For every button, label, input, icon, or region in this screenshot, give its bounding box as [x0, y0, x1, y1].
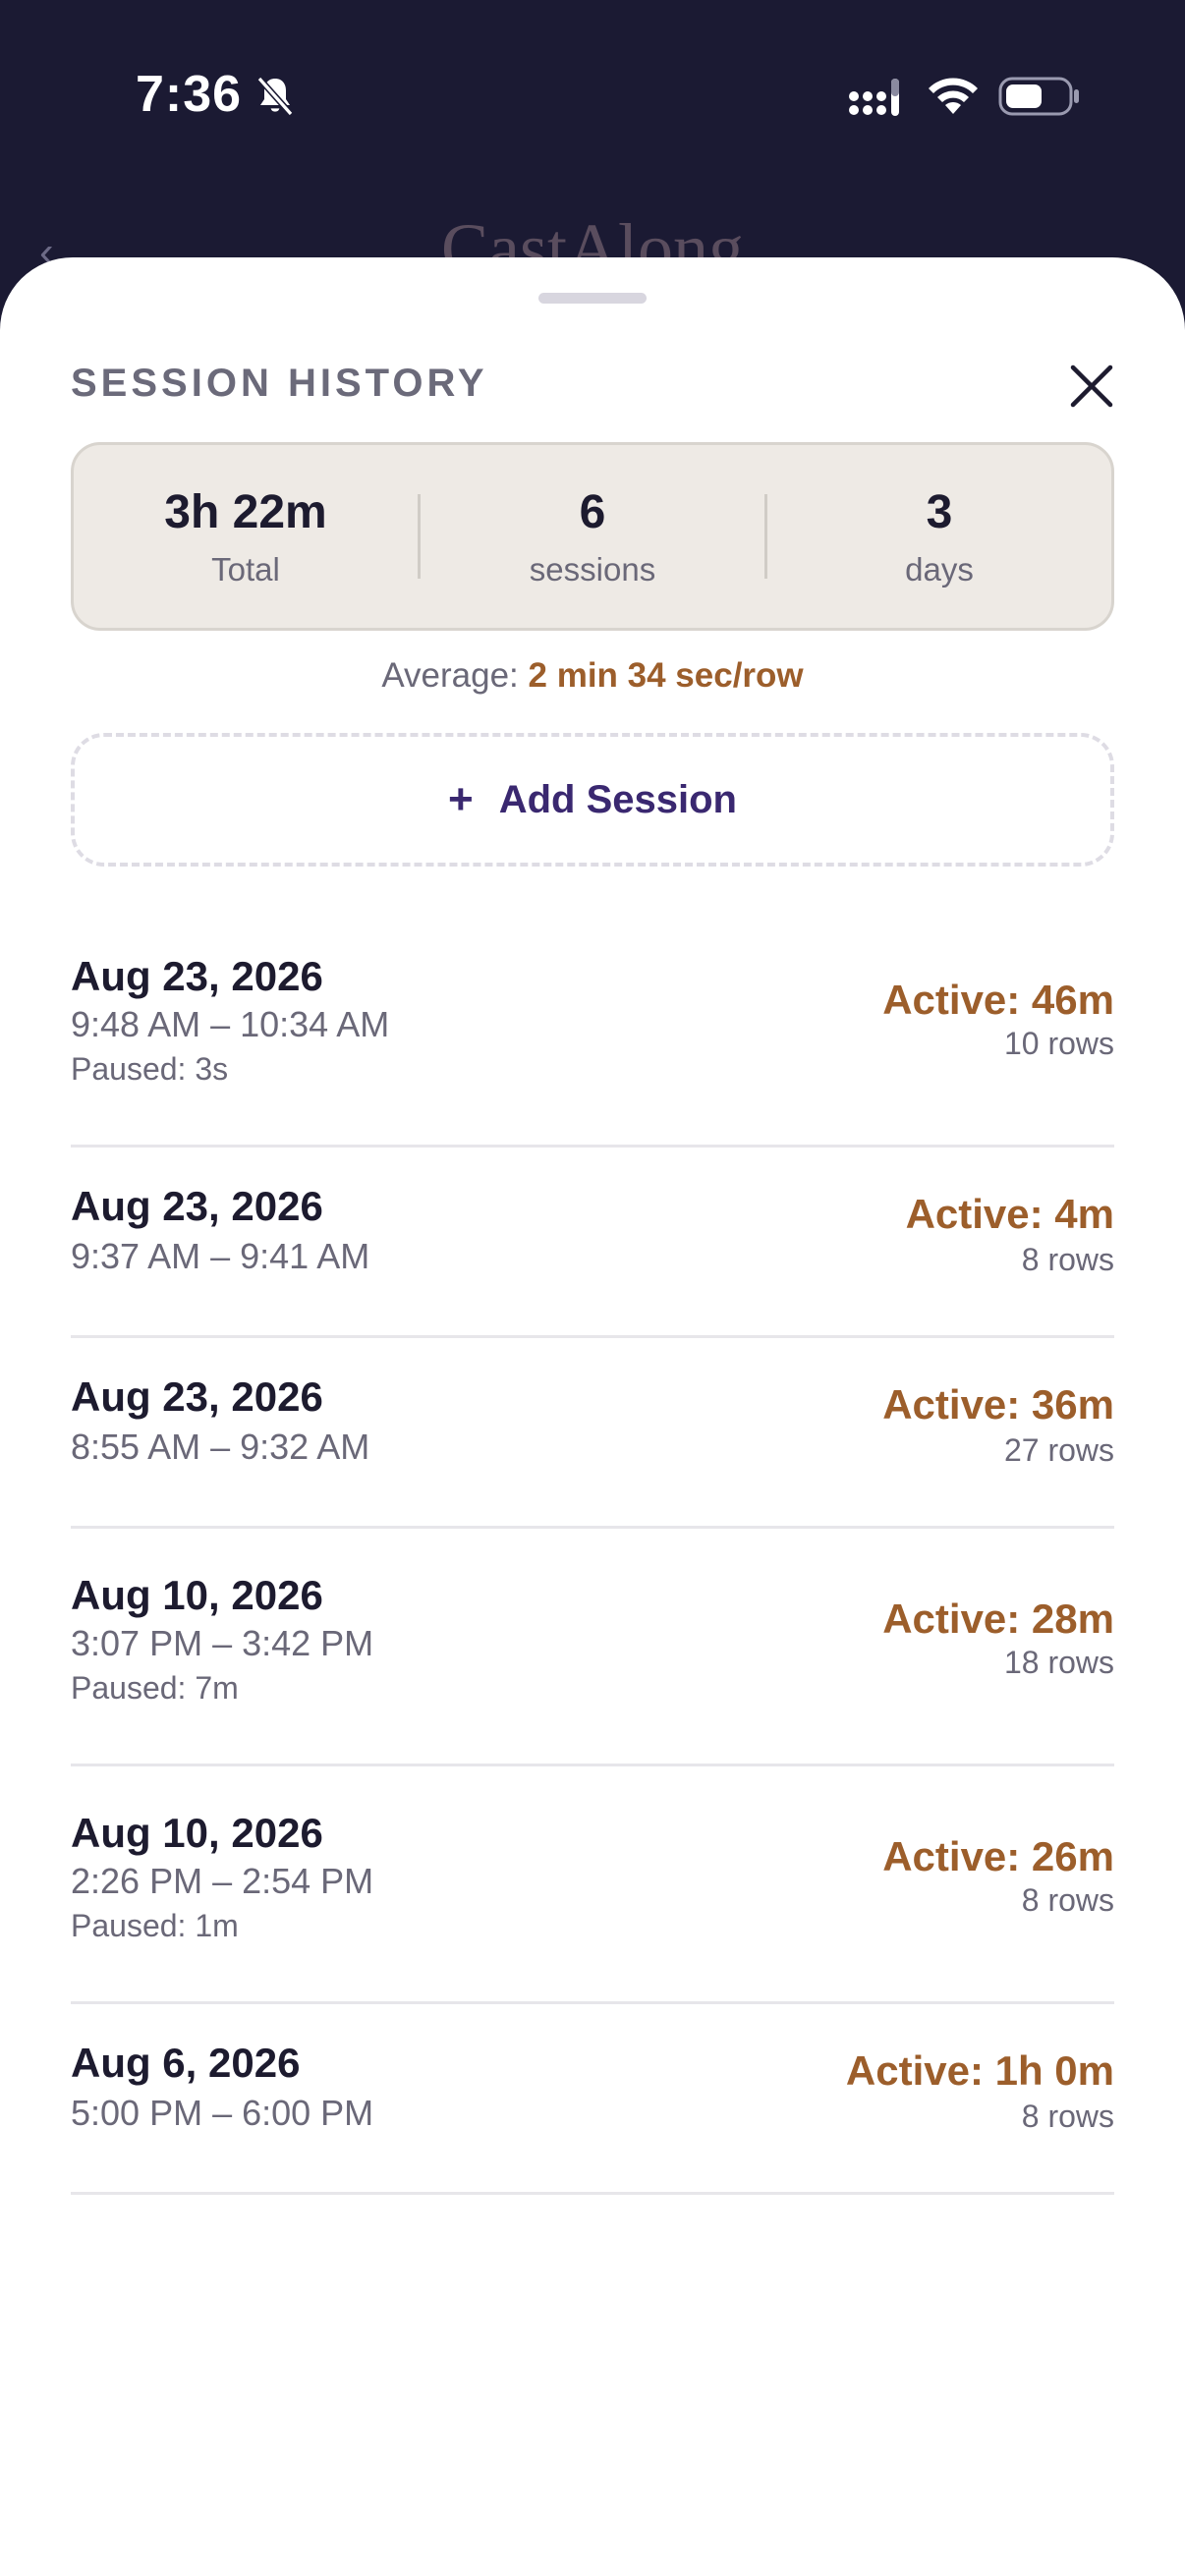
- add-session-label: Add Session: [498, 777, 737, 821]
- average-pace: Average: 2 min 34 sec/row: [0, 656, 1185, 696]
- add-session-button[interactable]: + Add Session: [71, 733, 1114, 867]
- sheet-grabber[interactable]: [538, 293, 647, 304]
- session-row-count: 18 rows: [1003, 1645, 1114, 1680]
- session-row[interactable]: Aug 23, 2026 8:55 AM – 9:32 AM Active: 36m…: [71, 1338, 1114, 1529]
- session-active-duration: Active: 26m: [882, 1833, 1114, 1879]
- session-row-count: 8 rows: [1021, 1882, 1114, 1918]
- session-date: Aug 6, 2026: [71, 2040, 301, 2086]
- status-time: 7:36: [136, 66, 243, 123]
- session-list: Aug 23, 2026 9:48 AM – 10:34 AM Paused: 3s…: [71, 910, 1114, 2195]
- sheet-title: SESSION HISTORY: [71, 362, 488, 405]
- stat-sessions-value: 6: [579, 486, 606, 538]
- session-row-count: 27 rows: [1003, 1432, 1114, 1468]
- session-time-range: 9:37 AM – 9:41 AM: [71, 1236, 370, 1276]
- session-row[interactable]: Aug 10, 2026 2:26 PM – 2:54 PM Paused: 1m A…: [71, 1766, 1114, 2004]
- session-row-count: 10 rows: [1003, 1026, 1114, 1061]
- session-time-range: 9:48 AM – 10:34 AM: [71, 1004, 390, 1044]
- session-history-sheet: SESSION HISTORY 3h 22m Total 6 sessions …: [0, 257, 1185, 2576]
- session-active-duration: Active: 4m: [905, 1191, 1114, 1237]
- session-row-count: 8 rows: [1021, 2099, 1114, 2134]
- session-row[interactable]: Aug 6, 2026 5:00 PM – 6:00 PM Active: 1h 0…: [71, 2004, 1114, 2195]
- session-date: Aug 23, 2026: [71, 953, 323, 999]
- session-row[interactable]: Aug 10, 2026 3:07 PM – 3:42 PM Paused: 7m A…: [71, 1529, 1114, 1766]
- stat-sessions-label: sessions: [529, 551, 656, 588]
- signal-icon: [849, 79, 899, 116]
- plus-icon: +: [448, 775, 474, 823]
- bell-slash-icon: [256, 76, 294, 117]
- session-active-duration: Active: 28m: [882, 1596, 1114, 1642]
- stat-total-value: 3h 22m: [164, 486, 327, 538]
- stat-days-value: 3: [926, 486, 953, 538]
- session-row[interactable]: Aug 23, 2026 9:48 AM – 10:34 AM Paused: 3s…: [71, 910, 1114, 1148]
- session-active-duration: Active: 46m: [882, 977, 1114, 1023]
- session-date: Aug 10, 2026: [71, 1810, 323, 1856]
- session-time-range: 2:26 PM – 2:54 PM: [71, 1861, 374, 1901]
- session-paused: Paused: 1m: [71, 1908, 239, 1943]
- stat-sessions: 6 sessions: [421, 484, 764, 588]
- average-value: 2 min 34 sec/row: [528, 656, 804, 695]
- stat-days: 3 days: [767, 484, 1111, 588]
- stat-days-label: days: [905, 551, 974, 588]
- session-time-range: 8:55 AM – 9:32 AM: [71, 1427, 370, 1467]
- session-row-count: 8 rows: [1021, 1242, 1114, 1277]
- session-date: Aug 23, 2026: [71, 1183, 323, 1229]
- session-date: Aug 23, 2026: [71, 1373, 323, 1420]
- status-bar: 7:36 ‹ CastAlong: [0, 0, 1185, 288]
- session-paused: Paused: 7m: [71, 1670, 239, 1706]
- session-time-range: 3:07 PM – 3:42 PM: [71, 1623, 374, 1663]
- battery-icon: [998, 77, 1079, 116]
- session-active-duration: Active: 36m: [882, 1381, 1114, 1428]
- stat-total: 3h 22m Total: [74, 484, 418, 588]
- average-label: Average:: [381, 656, 529, 695]
- stats-summary-card: 3h 22m Total 6 sessions 3 days: [71, 442, 1114, 631]
- session-time-range: 5:00 PM – 6:00 PM: [71, 2093, 374, 2133]
- session-date: Aug 10, 2026: [71, 1572, 323, 1618]
- session-row[interactable]: Aug 23, 2026 9:37 AM – 9:41 AM Active: 4m 8…: [71, 1148, 1114, 1338]
- close-icon: [1070, 364, 1113, 408]
- wifi-icon: [929, 78, 978, 114]
- stat-total-label: Total: [211, 551, 280, 588]
- close-button[interactable]: [1061, 356, 1122, 417]
- session-paused: Paused: 3s: [71, 1051, 229, 1087]
- session-active-duration: Active: 1h 0m: [845, 2047, 1114, 2094]
